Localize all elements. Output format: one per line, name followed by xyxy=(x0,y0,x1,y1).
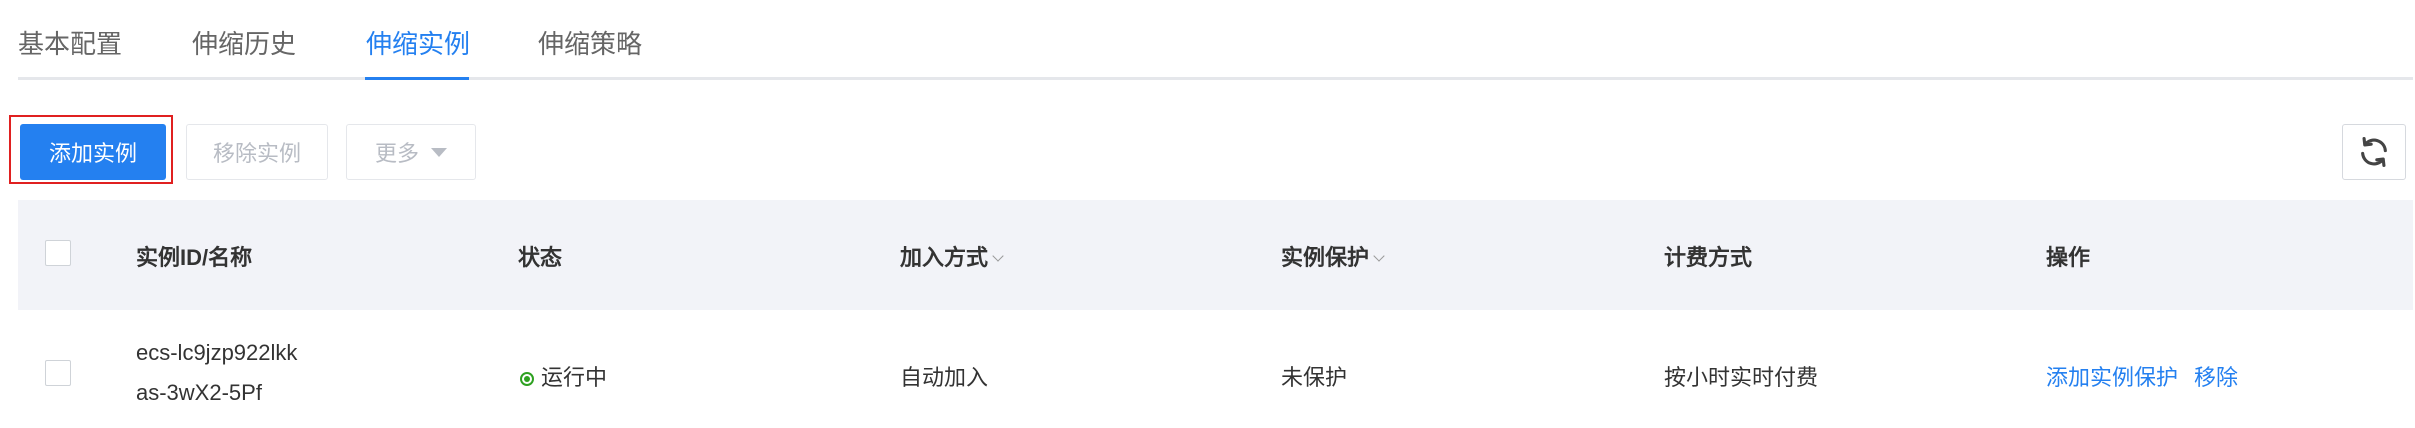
column-header-billing: 计费方式 xyxy=(1664,245,1753,270)
table-header: 实例ID/名称 状态 加入方式 实例保护 计费方式 操作 xyxy=(18,200,2413,310)
tab-scaling-instances[interactable]: 伸缩实例 xyxy=(366,24,470,61)
more-dropdown-button[interactable]: 更多 xyxy=(346,124,476,180)
tab-scaling-history[interactable]: 伸缩历史 xyxy=(192,24,296,61)
select-all-checkbox[interactable] xyxy=(45,240,71,266)
add-instance-button[interactable]: 添加实例 xyxy=(20,124,166,180)
join-method-label: 加入方式 xyxy=(900,245,989,270)
tab-scaling-policy[interactable]: 伸缩策略 xyxy=(538,24,642,61)
column-header-protection[interactable]: 实例保护 xyxy=(1281,240,1385,272)
column-header-status: 状态 xyxy=(518,245,563,270)
table-row: ecs-lc9jzp922lkk as-3wX2-5Pf 运行中 自动加入 未保… xyxy=(18,310,2413,428)
column-header-join-method[interactable]: 加入方式 xyxy=(900,240,1004,272)
protection-label: 实例保护 xyxy=(1281,245,1370,270)
join-method-cell: 自动加入 xyxy=(900,365,989,390)
caret-down-icon xyxy=(431,147,447,157)
row-checkbox[interactable] xyxy=(45,360,71,386)
refresh-button[interactable] xyxy=(2342,124,2406,180)
more-label: 更多 xyxy=(374,141,419,166)
status-text: 运行中 xyxy=(541,365,608,390)
column-header-instance: 实例ID/名称 xyxy=(136,245,253,270)
tab-basic-config[interactable]: 基本配置 xyxy=(18,24,122,61)
status-running-icon xyxy=(520,372,534,386)
remove-instance-button[interactable]: 移除实例 xyxy=(186,124,328,180)
billing-cell: 按小时实时付费 xyxy=(1664,365,1819,390)
tab-bar: 基本配置 伸缩历史 伸缩实例 伸缩策略 xyxy=(18,0,2413,80)
active-tab-indicator xyxy=(365,77,469,80)
chevron-down-icon xyxy=(1373,250,1385,262)
instance-name: as-3wX2-5Pf xyxy=(136,380,262,405)
chevron-down-icon xyxy=(992,250,1004,262)
column-header-actions: 操作 xyxy=(2046,245,2091,270)
instance-id: ecs-lc9jzp922lkk xyxy=(136,340,298,365)
add-protection-link[interactable]: 添加实例保护 xyxy=(2046,360,2178,392)
remove-link[interactable]: 移除 xyxy=(2194,360,2238,392)
status-cell: 运行中 xyxy=(520,360,607,392)
protection-cell: 未保护 xyxy=(1281,365,1348,390)
refresh-icon xyxy=(2361,136,2387,168)
